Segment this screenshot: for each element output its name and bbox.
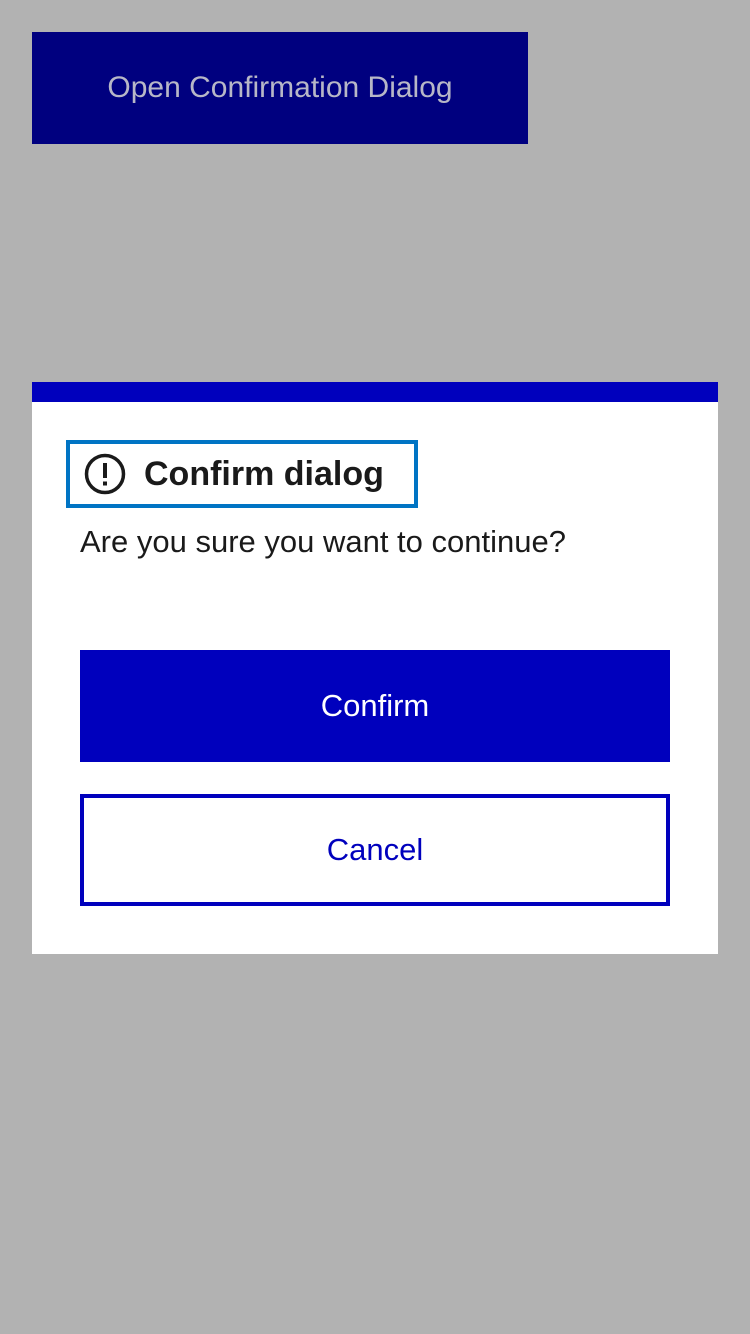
cancel-button[interactable]: Cancel xyxy=(80,794,670,906)
alert-circle-icon xyxy=(84,453,126,495)
dialog-accent-bar xyxy=(32,382,718,402)
dialog-title-text: Confirm dialog xyxy=(144,454,384,493)
confirmation-dialog: Confirm dialog Are you sure you want to … xyxy=(32,382,718,954)
confirm-button[interactable]: Confirm xyxy=(80,650,670,762)
open-confirmation-dialog-button[interactable]: Open Confirmation Dialog xyxy=(32,32,528,144)
dialog-message: Are you sure you want to continue? xyxy=(80,524,566,559)
dialog-title: Confirm dialog xyxy=(66,440,418,508)
